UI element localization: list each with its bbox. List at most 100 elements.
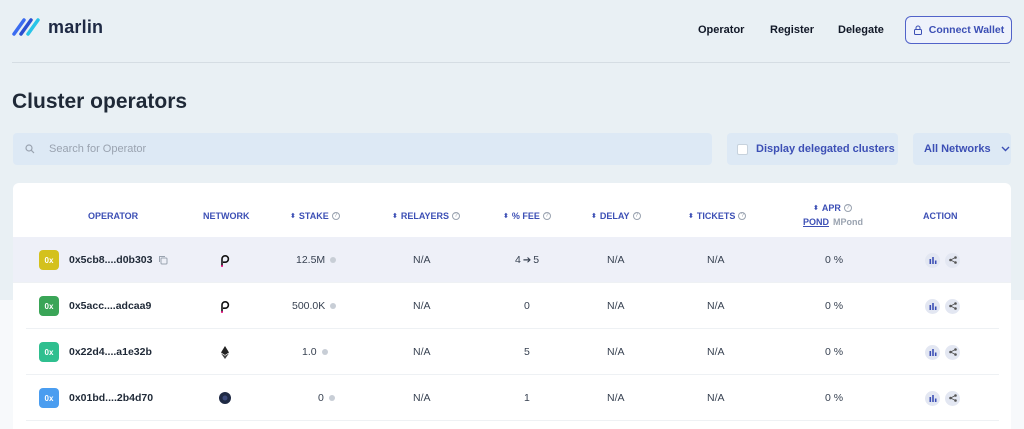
tickets-cell: N/A xyxy=(707,300,725,312)
col-operator[interactable]: OPERATOR xyxy=(88,211,138,221)
pond-coin-icon xyxy=(328,395,335,401)
polkadot-icon xyxy=(221,255,230,267)
table-row[interactable]: 0x 0x22d4....a1e32b 1.0 N/A 5 N/A N/A 0 … xyxy=(26,329,999,375)
table-row[interactable]: 0x 0x5acc....adcaa9 500.0K N/A 0 N/A N/A… xyxy=(26,283,999,329)
bar-chart-icon xyxy=(929,257,936,264)
share-icon xyxy=(948,348,957,356)
help-icon[interactable]: ? xyxy=(452,212,461,220)
near-icon xyxy=(219,392,231,404)
share-icon xyxy=(948,394,957,402)
brand-name: marlin xyxy=(48,16,104,37)
col-stake[interactable]: ⬍ STAKE? xyxy=(290,211,340,221)
stake-cell: 12.5M xyxy=(296,237,337,283)
connect-wallet-button[interactable]: Connect Wallet xyxy=(905,16,1012,44)
apr-cell: 0 % xyxy=(825,346,844,358)
col-network[interactable]: NETWORK xyxy=(203,211,250,221)
col-relayers-label: RELAYERS xyxy=(400,211,450,221)
sort-icon: ⬍ xyxy=(813,205,819,212)
network-cell xyxy=(219,283,231,329)
sort-icon: ⬍ xyxy=(290,213,296,220)
pond-coin-icon xyxy=(330,303,337,309)
col-apr-label: APR xyxy=(821,203,841,213)
network-select[interactable]: All Networks xyxy=(913,133,1011,165)
share-button[interactable] xyxy=(945,390,960,406)
chevron-down-icon xyxy=(1001,146,1010,152)
delegated-checkbox[interactable] xyxy=(737,143,748,155)
search-icon xyxy=(25,144,35,154)
tickets-cell: N/A xyxy=(707,254,725,266)
share-icon xyxy=(948,302,957,310)
stats-button[interactable] xyxy=(925,298,940,314)
search-box[interactable] xyxy=(13,133,712,165)
action-cell xyxy=(925,237,965,283)
stats-button[interactable] xyxy=(925,344,940,360)
col-fee[interactable]: ⬍% FEE? xyxy=(503,211,551,221)
bar-chart-icon xyxy=(929,303,936,310)
col-fee-label: % FEE xyxy=(511,211,540,221)
delegated-clusters-toggle[interactable]: Display delegated clusters xyxy=(727,133,898,165)
delay-cell: N/A xyxy=(607,300,625,312)
sort-icon: ⬍ xyxy=(503,213,509,220)
nav-delegate[interactable]: Delegate xyxy=(838,24,884,36)
polkadot-icon xyxy=(221,301,230,313)
table-row[interactable]: 0x 0x01bd....2b4d70 0 N/A 1 N/A N/A 0 % xyxy=(26,375,999,421)
share-button[interactable] xyxy=(945,252,960,268)
lock-icon xyxy=(913,25,922,35)
col-tickets[interactable]: ⬍ TICKETS? xyxy=(688,211,747,221)
bar-chart-icon xyxy=(929,349,936,356)
stake-value: 0 xyxy=(318,392,324,404)
search-input[interactable] xyxy=(49,143,649,155)
share-button[interactable] xyxy=(945,344,960,360)
col-relayers[interactable]: ⬍ RELAYERS? xyxy=(392,211,461,221)
help-icon[interactable]: ? xyxy=(632,212,641,220)
brand-logo[interactable]: marlin xyxy=(12,16,103,38)
col-delay[interactable]: ⬍ DELAY? xyxy=(591,211,641,221)
help-icon[interactable]: ? xyxy=(738,212,747,220)
delay-cell: N/A xyxy=(607,392,625,404)
operator-address[interactable]: 0x01bd....2b4d70 xyxy=(69,392,153,404)
apr-mpond-toggle[interactable]: MPond xyxy=(833,217,863,227)
table-row[interactable]: 0x 0x5cb8....d0b303 12.5M N/A 4 ➔ 5 N/A N/… xyxy=(13,237,1011,283)
stake-cell: 0 xyxy=(318,375,335,421)
col-stake-label: STAKE xyxy=(298,211,329,221)
operator-address[interactable]: 0x5acc....adcaa9 xyxy=(69,300,151,312)
address-avatar: 0x xyxy=(39,296,59,316)
apr-pond-toggle[interactable]: POND xyxy=(803,217,829,227)
action-cell xyxy=(925,283,965,329)
stake-value: 500.0K xyxy=(292,300,326,312)
operator-address[interactable]: 0x5cb8....d0b303 xyxy=(69,254,152,266)
arrow-right-icon: ➔ xyxy=(522,254,532,266)
fee-cell: 5 xyxy=(524,346,530,358)
fee-cell: 4 ➔ 5 xyxy=(515,237,539,283)
address-avatar: 0x xyxy=(39,342,59,362)
pond-coin-icon xyxy=(321,349,328,355)
relayers-cell: N/A xyxy=(413,392,431,404)
stats-button[interactable] xyxy=(925,252,940,268)
top-header: marlin Operator Register Delegate Connec… xyxy=(0,0,1024,62)
operator-cell: 0x 0x01bd....2b4d70 xyxy=(39,375,153,421)
copy-icon[interactable] xyxy=(158,255,168,265)
operator-cell: 0x 0x5acc....adcaa9 xyxy=(39,283,151,329)
connect-wallet-label: Connect Wallet xyxy=(928,24,1005,36)
relayers-cell: N/A xyxy=(413,254,431,266)
help-icon[interactable]: ? xyxy=(542,212,551,220)
page-title: Cluster operators xyxy=(12,90,188,113)
share-icon xyxy=(948,256,957,264)
operator-address[interactable]: 0x22d4....a1e32b xyxy=(69,346,152,358)
help-icon[interactable]: ? xyxy=(843,204,852,212)
operator-cell: 0x 0x22d4....a1e32b xyxy=(39,329,152,375)
share-button[interactable] xyxy=(945,298,960,314)
stats-button[interactable] xyxy=(925,390,940,406)
network-cell xyxy=(221,329,229,375)
nav-operator[interactable]: Operator xyxy=(698,24,744,36)
fee-cell: 0 xyxy=(524,300,530,312)
nav-register[interactable]: Register xyxy=(770,24,814,36)
help-icon[interactable]: ? xyxy=(331,212,340,220)
delegated-label: Display delegated clusters xyxy=(756,143,895,155)
apr-unit-toggle: POND MPond xyxy=(803,217,863,227)
address-avatar: 0x xyxy=(39,388,59,408)
col-delay-label: DELAY xyxy=(599,211,630,221)
action-cell xyxy=(925,375,965,421)
col-action: ACTION xyxy=(923,211,958,221)
col-apr[interactable]: ⬍ APR? xyxy=(813,203,852,213)
